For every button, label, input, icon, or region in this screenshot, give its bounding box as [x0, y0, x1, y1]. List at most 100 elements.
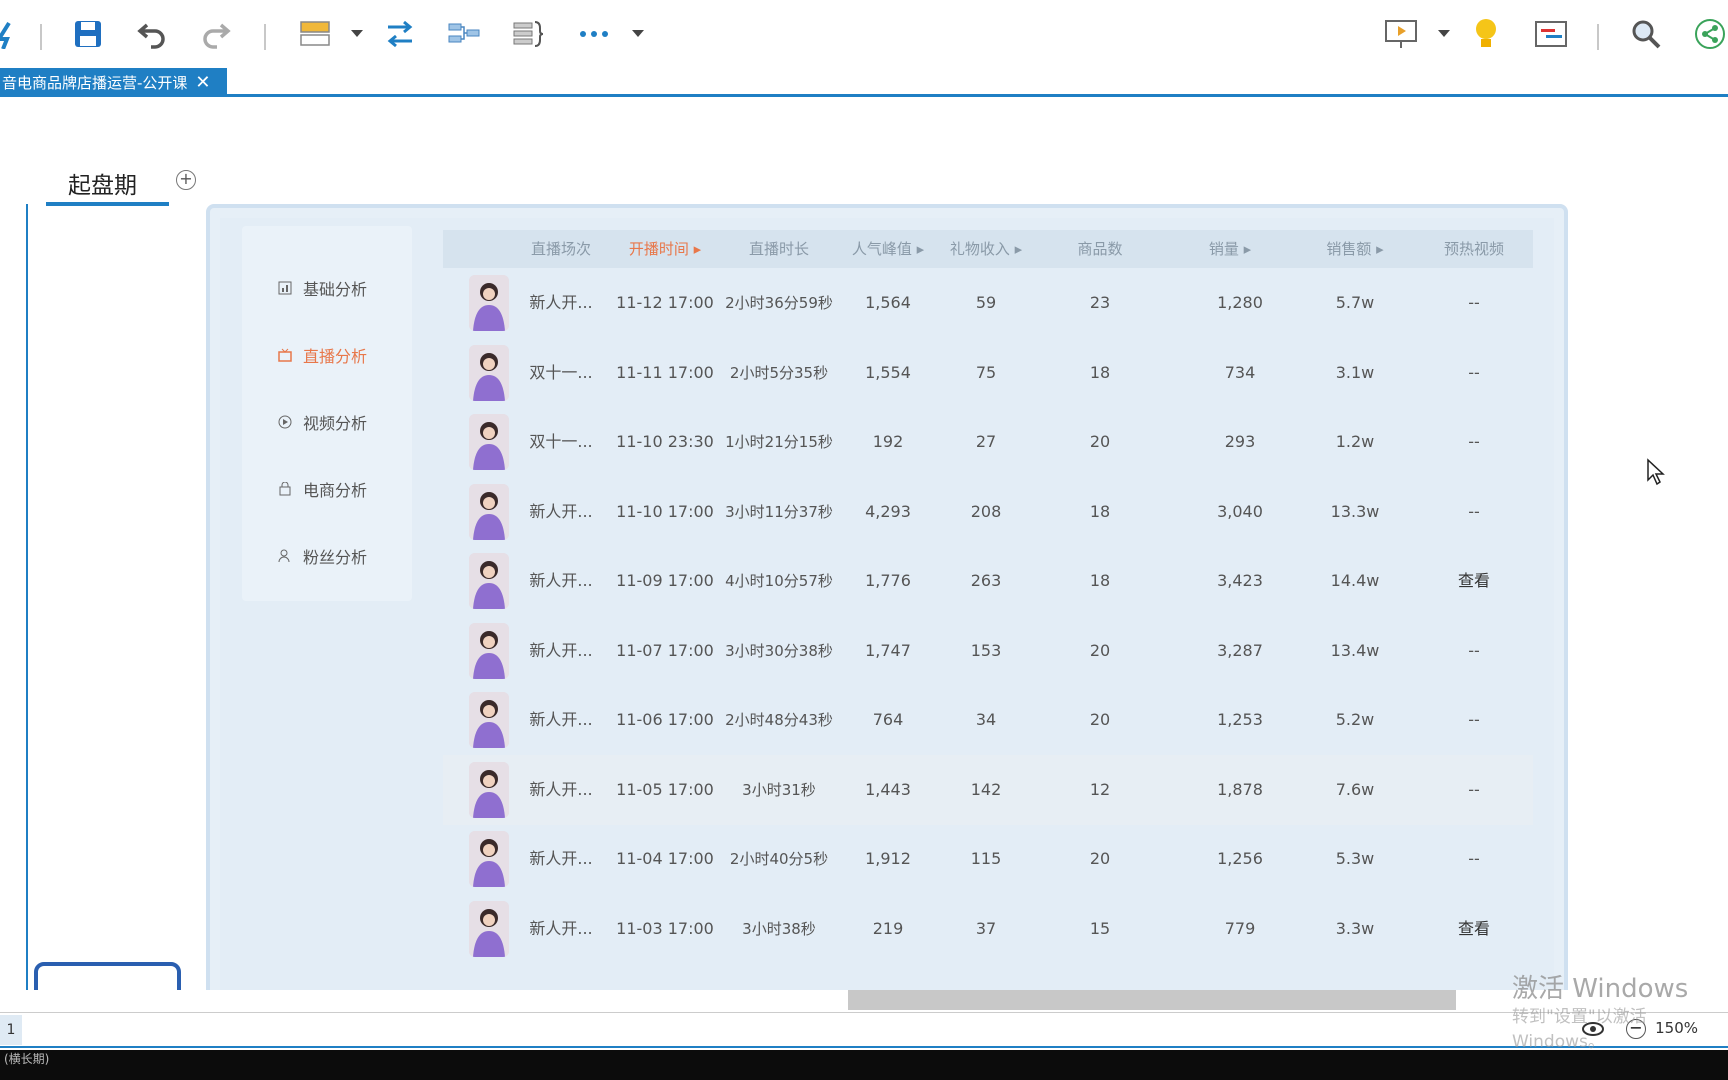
activation-watermark-sub: 转到"设置"以激活 Windows。: [1512, 1007, 1647, 1052]
streamer-avatar: [469, 275, 509, 331]
table-row[interactable]: 新人开... 11-10 17:00 3小时11分37秒 4,293 208 18 3,04…: [443, 477, 1533, 547]
table-row[interactable]: 新人开... 11-07 17:00 3小时30分38秒 1,747 153 20 3,28…: [443, 616, 1533, 686]
share-icon[interactable]: [1690, 14, 1728, 54]
cell-preview-video: --: [1468, 362, 1480, 382]
cell-duration: 3小时30分38秒: [725, 641, 833, 660]
table-header: 直播场次 开播时间 ▸ 直播时长 人气峰值 ▸ 礼物收入 ▸ 商品数 销量 ▸ …: [443, 230, 1533, 268]
embedded-screenshot: 基础分析 直播分析 视频分析 电商分析 粉丝分析 直播场次 开播时间 ▸ 直播时…: [220, 218, 1554, 992]
search-icon[interactable]: [1626, 14, 1666, 54]
cell-peak-viewers: 219: [872, 918, 904, 938]
embedded-image[interactable]: 基础分析 直播分析 视频分析 电商分析 粉丝分析 直播场次 开播时间 ▸ 直播时…: [206, 204, 1568, 992]
expand-plus-icon[interactable]: +: [176, 170, 196, 190]
status-bar: 1 − 150%: [0, 1012, 1728, 1048]
document-tab[interactable]: 音电商品牌店播运营-公开课 ✕: [0, 68, 227, 97]
header-duration[interactable]: 直播时长: [719, 230, 839, 268]
cell-product-count: 18: [1089, 501, 1111, 521]
save-icon[interactable]: [68, 14, 108, 54]
more-dropdown-icon[interactable]: [630, 26, 646, 42]
cell-product-count: 20: [1089, 640, 1111, 660]
cell-product-count: 20: [1089, 432, 1111, 451]
layout-icon[interactable]: [295, 14, 335, 54]
menu-item-basic[interactable]: 基础分析: [277, 273, 367, 303]
menu-item-fans[interactable]: 粉丝分析: [277, 541, 367, 571]
cell-peak-viewers: 1,564: [865, 293, 911, 312]
topic-underline: [46, 202, 169, 206]
table-row[interactable]: 双十一... 11-11 17:00 2小时5分35秒 1,554 75 18 734 3.1…: [443, 338, 1533, 408]
gantt-icon[interactable]: [1531, 14, 1571, 54]
cell-session: 新人开...: [529, 849, 593, 868]
cell-start-time: 11-07 17:00: [616, 640, 714, 660]
cell-duration: 2小时48分43秒: [725, 711, 833, 729]
cell-sales-amount: 7.6w: [1335, 779, 1375, 799]
header-preview-video[interactable]: 预热视频: [1415, 230, 1533, 268]
sheet-tab[interactable]: 1: [0, 1015, 22, 1045]
cell-session: 新人开...: [529, 710, 593, 729]
close-icon[interactable]: ✕: [195, 73, 210, 92]
streamer-avatar: [469, 553, 509, 609]
cell-gift-income: 37: [975, 918, 997, 938]
child-topic-node[interactable]: [34, 962, 181, 992]
streamer-avatar: [469, 900, 509, 957]
horizontal-scrollbar-thumb[interactable]: [848, 990, 1456, 1010]
cell-preview-video[interactable]: 查看: [1415, 546, 1533, 616]
cell-session: 双十一...: [529, 362, 593, 382]
cell-preview-video[interactable]: 查看: [1415, 894, 1533, 964]
cell-product-count: 15: [1089, 918, 1111, 938]
presentation-dropdown-icon[interactable]: [1436, 26, 1452, 42]
cell-peak-viewers: 1,747: [865, 640, 911, 660]
header-peak-viewers[interactable]: 人气峰值 ▸: [839, 230, 937, 268]
table-row[interactable]: 新人开... 11-06 17:00 2小时48分43秒 764 34 20 1,253 5.…: [443, 685, 1533, 755]
menu-item-video[interactable]: 视频分析: [277, 407, 367, 437]
idea-icon[interactable]: [1466, 14, 1506, 54]
cell-duration: 3小时38秒: [742, 919, 816, 938]
header-session[interactable]: 直播场次: [511, 230, 611, 268]
cell-preview-video: --: [1468, 849, 1480, 868]
more-icon[interactable]: [574, 14, 614, 54]
summary-icon[interactable]: [444, 14, 484, 54]
topic-title[interactable]: 起盘期: [68, 166, 137, 200]
header-product-count[interactable]: 商品数: [1035, 230, 1165, 268]
cell-product-count: 18: [1089, 362, 1111, 382]
cell-peak-viewers: 4,293: [865, 501, 911, 521]
header-sales-amount[interactable]: 销售额 ▸: [1295, 230, 1415, 268]
cell-product-count: 20: [1089, 849, 1111, 868]
cell-preview-video: --: [1468, 710, 1480, 729]
cell-duration: 1小时21分15秒: [725, 433, 833, 451]
toolbar-separator: [40, 24, 42, 50]
menu-item-ecommerce[interactable]: 电商分析: [277, 474, 367, 504]
table-row[interactable]: 新人开... 11-03 17:00 3小时38秒 219 37 15 779 3.3w 查看: [443, 894, 1533, 964]
cell-product-count: 20: [1089, 710, 1111, 729]
header-gift-income[interactable]: 礼物收入 ▸: [937, 230, 1035, 268]
cell-session: 新人开...: [529, 640, 593, 660]
menu-item-live[interactable]: 直播分析: [277, 340, 367, 370]
header-start-time[interactable]: 开播时间 ▸: [611, 230, 719, 268]
cell-peak-viewers: 1,443: [865, 779, 911, 799]
table-row[interactable]: 新人开... 11-09 17:00 4小时10分57秒 1,776 263 18 3,42…: [443, 546, 1533, 616]
presentation-icon[interactable]: [1381, 14, 1421, 54]
cell-start-time: 11-09 17:00: [616, 571, 714, 590]
mindmap-canvas[interactable]: 起盘期 + 基础分析 直播分析 视频分析 电商分析 粉丝分析 直播场次 开播时间…: [0, 100, 1728, 992]
cell-start-time: 11-05 17:00: [616, 779, 714, 799]
cell-gift-income: 263: [970, 571, 1002, 590]
table-row[interactable]: 新人开... 11-05 17:00 3小时31秒 1,443 142 12 1,878 7.…: [443, 754, 1533, 825]
undo-icon[interactable]: [132, 14, 172, 54]
redo-icon[interactable]: [196, 14, 236, 54]
streamer-avatar: [469, 622, 509, 679]
horizontal-scrollbar[interactable]: [0, 990, 1728, 1010]
table-row[interactable]: 新人开... 11-04 17:00 2小时40分5秒 1,912 115 20 1,256…: [443, 824, 1533, 894]
table-row[interactable]: 新人开... 11-12 17:00 2小时36分59秒 1,564 59 23 1,280…: [443, 268, 1533, 338]
cell-sales-amount: 5.7w: [1335, 293, 1375, 312]
cell-start-time: 11-11 17:00: [616, 362, 714, 382]
streamer-avatar: [469, 761, 509, 818]
cell-duration: 2小时40分5秒: [729, 850, 829, 868]
relationship-icon[interactable]: [380, 14, 420, 54]
table-row[interactable]: 双十一... 11-10 23:30 1小时21分15秒 192 27 20 293 1.2w…: [443, 407, 1533, 477]
app-icon[interactable]: [0, 14, 26, 54]
cell-sales-amount: 3.3w: [1335, 918, 1375, 938]
cell-duration: 3小时31秒: [742, 780, 816, 799]
cell-start-time: 11-10 17:00: [616, 501, 714, 521]
boundary-icon[interactable]: [508, 14, 548, 54]
streamer-avatar: [469, 344, 509, 401]
header-sales-volume[interactable]: 销量 ▸: [1165, 230, 1295, 268]
layout-dropdown-icon[interactable]: [349, 26, 365, 42]
